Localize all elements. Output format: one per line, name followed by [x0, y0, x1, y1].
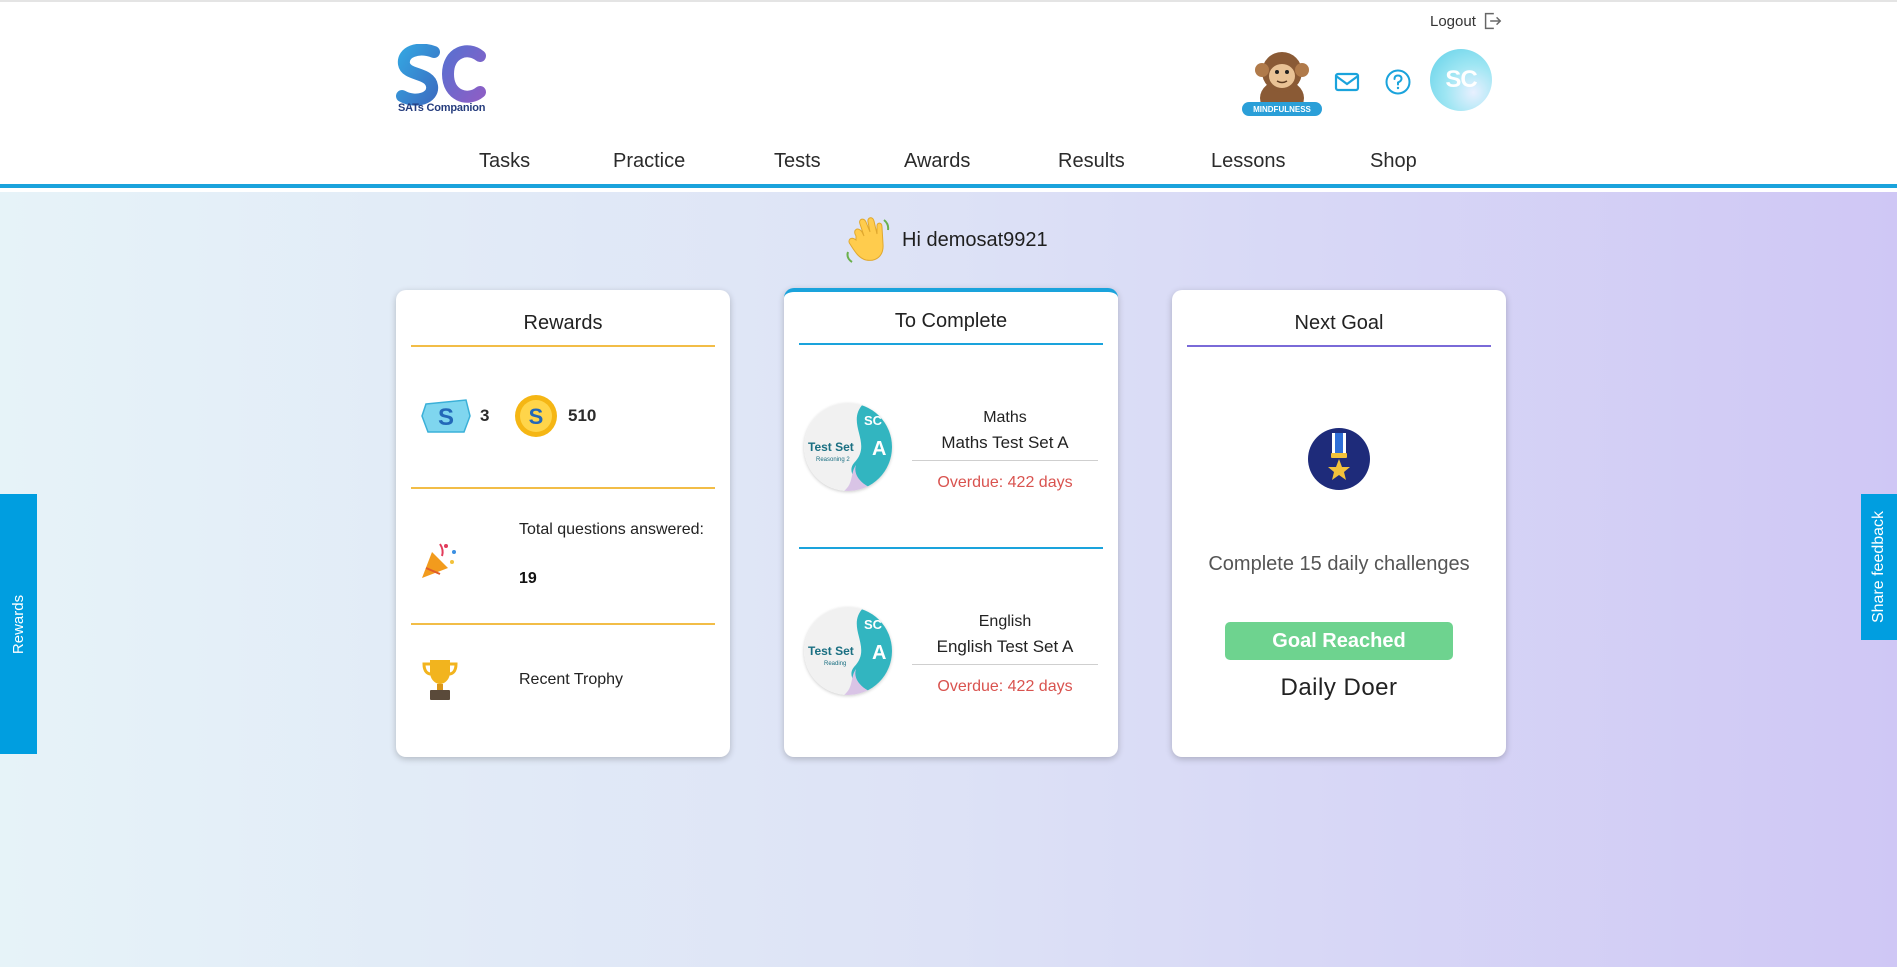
divider — [411, 623, 715, 625]
nav-results[interactable]: Results — [1058, 150, 1125, 173]
test-set-thumbnail: SC A Test Set Reading — [804, 607, 892, 695]
thumb-title: Test Set — [808, 440, 854, 454]
test-separator — [912, 664, 1098, 665]
gems-counter: S 3 — [420, 396, 489, 436]
mascot-badge-text: MINDFULNESS — [1253, 105, 1311, 114]
header: SATs Companion Logout MINDFULNESS SC Tas… — [0, 2, 1897, 188]
party-popper-icon — [422, 543, 456, 578]
test-item-english[interactable]: SC A Test Set Reading English English Te… — [804, 607, 1098, 727]
nav-practice[interactable]: Practice — [613, 150, 685, 173]
main-nav: Tasks Practice Tests Awards Results Less… — [0, 150, 1897, 180]
goal-description: Complete 15 daily challenges — [1208, 553, 1470, 575]
test-overdue: Overdue: 422 days — [937, 678, 1073, 695]
thumb-subtitle: Reasoning 2 — [816, 457, 850, 463]
svg-text:SC: SC — [864, 413, 883, 428]
rewards-title: Rewards — [411, 312, 715, 347]
greeting-text: Hi demosat9921 — [902, 228, 1048, 251]
mail-icon[interactable] — [1333, 68, 1361, 96]
gems-count: 3 — [480, 406, 490, 425]
svg-text:S: S — [529, 404, 544, 429]
total-questions-value: 19 — [519, 570, 537, 587]
share-feedback-label: Share feedback — [1870, 510, 1888, 624]
test-name: Maths Test Set A — [941, 433, 1069, 452]
total-questions-label: Total questions answered: — [519, 521, 704, 538]
next-goal-title: Next Goal — [1187, 312, 1491, 347]
goal-award-name: Daily Doer — [1280, 674, 1398, 701]
avatar-initials: SC — [1445, 66, 1477, 93]
coins-counter: S 510 — [514, 394, 596, 438]
waving-hand-icon — [846, 217, 890, 263]
thumb-subtitle: Reading — [824, 661, 846, 667]
test-item-maths[interactable]: SC A Test Set Reasoning 2 Maths Maths Te… — [804, 403, 1098, 523]
thumb-title: Test Set — [808, 644, 854, 658]
logout-icon — [1484, 12, 1502, 30]
rewards-card: Rewards S 3 S 510 Total questions answer… — [396, 290, 730, 757]
logout-button[interactable]: Logout — [1430, 10, 1503, 32]
nav-tests[interactable]: Tests — [774, 150, 821, 173]
logo-text: SATs Companion — [398, 102, 486, 114]
user-avatar[interactable]: SC — [1430, 49, 1492, 111]
test-set-thumbnail: SC A Test Set Reasoning 2 — [804, 403, 892, 491]
thumb-letter: A — [872, 642, 886, 664]
dashboard: Hi demosat9921 Rewards S 3 S 510 Total q… — [0, 192, 1897, 967]
test-overdue: Overdue: 422 days — [937, 474, 1073, 491]
coin-icon: S — [515, 395, 557, 437]
nav-shop[interactable]: Shop — [1370, 150, 1417, 173]
goal-reached-badge[interactable]: Goal Reached — [1225, 622, 1453, 660]
gem-icon: S — [421, 399, 471, 433]
nav-lessons[interactable]: Lessons — [1211, 150, 1286, 173]
svg-text:S: S — [438, 404, 454, 431]
divider — [799, 547, 1103, 549]
next-goal-card: Next Goal Complete 15 daily challenges G… — [1172, 290, 1506, 757]
test-separator — [912, 460, 1098, 461]
help-icon[interactable] — [1384, 68, 1412, 96]
nav-awards[interactable]: Awards — [904, 150, 970, 173]
recent-trophy-label: Recent Trophy — [519, 671, 624, 688]
to-complete-title: To Complete — [799, 310, 1103, 345]
trophy-icon — [422, 660, 458, 700]
svg-text:SC: SC — [864, 617, 883, 632]
coins-count: 510 — [568, 406, 597, 425]
nav-tasks[interactable]: Tasks — [479, 150, 530, 173]
rewards-side-tab[interactable]: Rewards — [0, 494, 37, 754]
to-complete-card: To Complete SC A Test Set Reasoning 2 Ma… — [784, 288, 1118, 757]
thumb-letter: A — [872, 438, 886, 460]
share-feedback-tab[interactable]: Share feedback — [1861, 494, 1897, 640]
test-subject: English — [978, 613, 1032, 630]
divider — [411, 487, 715, 489]
greeting: Hi demosat9921 — [842, 214, 1048, 266]
test-subject: Maths — [983, 409, 1027, 426]
logout-label: Logout — [1430, 12, 1476, 30]
mindfulness-monkey-mascot[interactable]: MINDFULNESS — [1238, 46, 1326, 122]
test-name: English Test Set A — [936, 637, 1074, 656]
rewards-side-tab-label: Rewards — [10, 594, 27, 654]
medal-icon — [1308, 428, 1370, 490]
